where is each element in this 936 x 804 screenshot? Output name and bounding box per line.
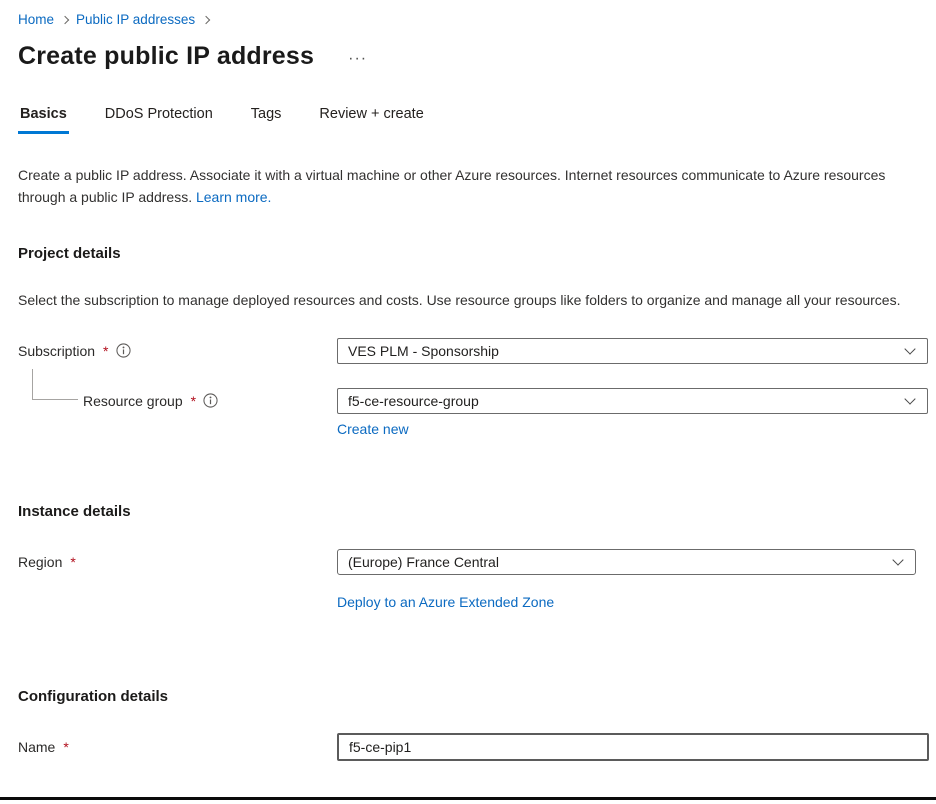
breadcrumb-home-link[interactable]: Home	[18, 12, 54, 27]
info-icon[interactable]	[116, 343, 131, 358]
tab-bar: Basics DDoS Protection Tags Review + cre…	[18, 104, 936, 134]
required-marker: *	[69, 554, 75, 570]
region-label: Region	[18, 554, 62, 570]
required-marker: *	[62, 739, 68, 755]
chevron-down-icon	[892, 554, 903, 565]
intro-text: Create a public IP address. Associate it…	[18, 167, 885, 205]
tab-review-create[interactable]: Review + create	[317, 104, 425, 134]
required-marker: *	[190, 393, 196, 409]
subscription-value: VES PLM - Sponsorship	[348, 343, 499, 359]
more-actions-button[interactable]: ···	[348, 50, 367, 72]
spacer	[18, 421, 337, 437]
title-row: Create public IP address ···	[18, 41, 936, 72]
extended-zone-row: Deploy to an Azure Extended Zone	[18, 594, 936, 610]
info-icon[interactable]	[203, 393, 218, 408]
page-title: Create public IP address	[18, 41, 314, 72]
name-label-group: Name *	[18, 739, 337, 755]
project-details-description: Select the subscription to manage deploy…	[18, 290, 913, 312]
configuration-details-heading: Configuration details	[18, 688, 936, 705]
region-label-group: Region *	[18, 554, 337, 570]
chevron-right-icon	[61, 15, 69, 23]
subscription-label: Subscription	[18, 343, 95, 359]
intro-paragraph: Create a public IP address. Associate it…	[18, 165, 902, 208]
tab-basics[interactable]: Basics	[18, 104, 69, 134]
region-dropdown[interactable]: (Europe) France Central	[337, 549, 916, 575]
region-value: (Europe) France Central	[348, 554, 499, 570]
resource-group-value: f5-ce-resource-group	[348, 393, 479, 409]
tab-tags[interactable]: Tags	[249, 104, 284, 134]
chevron-down-icon	[904, 393, 915, 404]
subscription-label-group: Subscription *	[18, 343, 337, 359]
create-new-row: Create new	[18, 421, 936, 437]
subscription-row: Subscription * VES PLM - Sponsorship	[18, 338, 936, 364]
required-marker: *	[102, 343, 108, 359]
create-new-link[interactable]: Create new	[337, 421, 409, 437]
region-field: (Europe) France Central	[337, 549, 916, 575]
name-input[interactable]	[337, 733, 929, 761]
chevron-right-icon	[202, 15, 210, 23]
hierarchy-connector-line	[32, 369, 78, 400]
name-field	[337, 733, 929, 761]
resource-group-row: Resource group * f5-ce-resource-group	[18, 388, 936, 414]
window-bottom-edge	[0, 797, 936, 800]
name-label: Name	[18, 739, 55, 755]
learn-more-link[interactable]: Learn more.	[196, 189, 271, 205]
chevron-down-icon	[904, 343, 915, 354]
extended-zone-link[interactable]: Deploy to an Azure Extended Zone	[337, 594, 554, 610]
resource-group-field: f5-ce-resource-group	[337, 388, 928, 414]
project-details-heading: Project details	[18, 245, 936, 262]
breadcrumb-public-ip-addresses-link[interactable]: Public IP addresses	[76, 12, 195, 27]
spacer	[18, 594, 337, 610]
resource-group-label: Resource group	[83, 393, 183, 409]
name-row: Name *	[18, 733, 936, 761]
breadcrumb: Home Public IP addresses	[18, 0, 936, 27]
resource-group-dropdown[interactable]: f5-ce-resource-group	[337, 388, 928, 414]
subscription-dropdown[interactable]: VES PLM - Sponsorship	[337, 338, 928, 364]
instance-details-heading: Instance details	[18, 503, 936, 520]
create-public-ip-page: Home Public IP addresses Create public I…	[0, 0, 936, 761]
region-row: Region * (Europe) France Central	[18, 549, 936, 575]
subscription-field: VES PLM - Sponsorship	[337, 338, 928, 364]
tab-ddos-protection[interactable]: DDoS Protection	[103, 104, 215, 134]
